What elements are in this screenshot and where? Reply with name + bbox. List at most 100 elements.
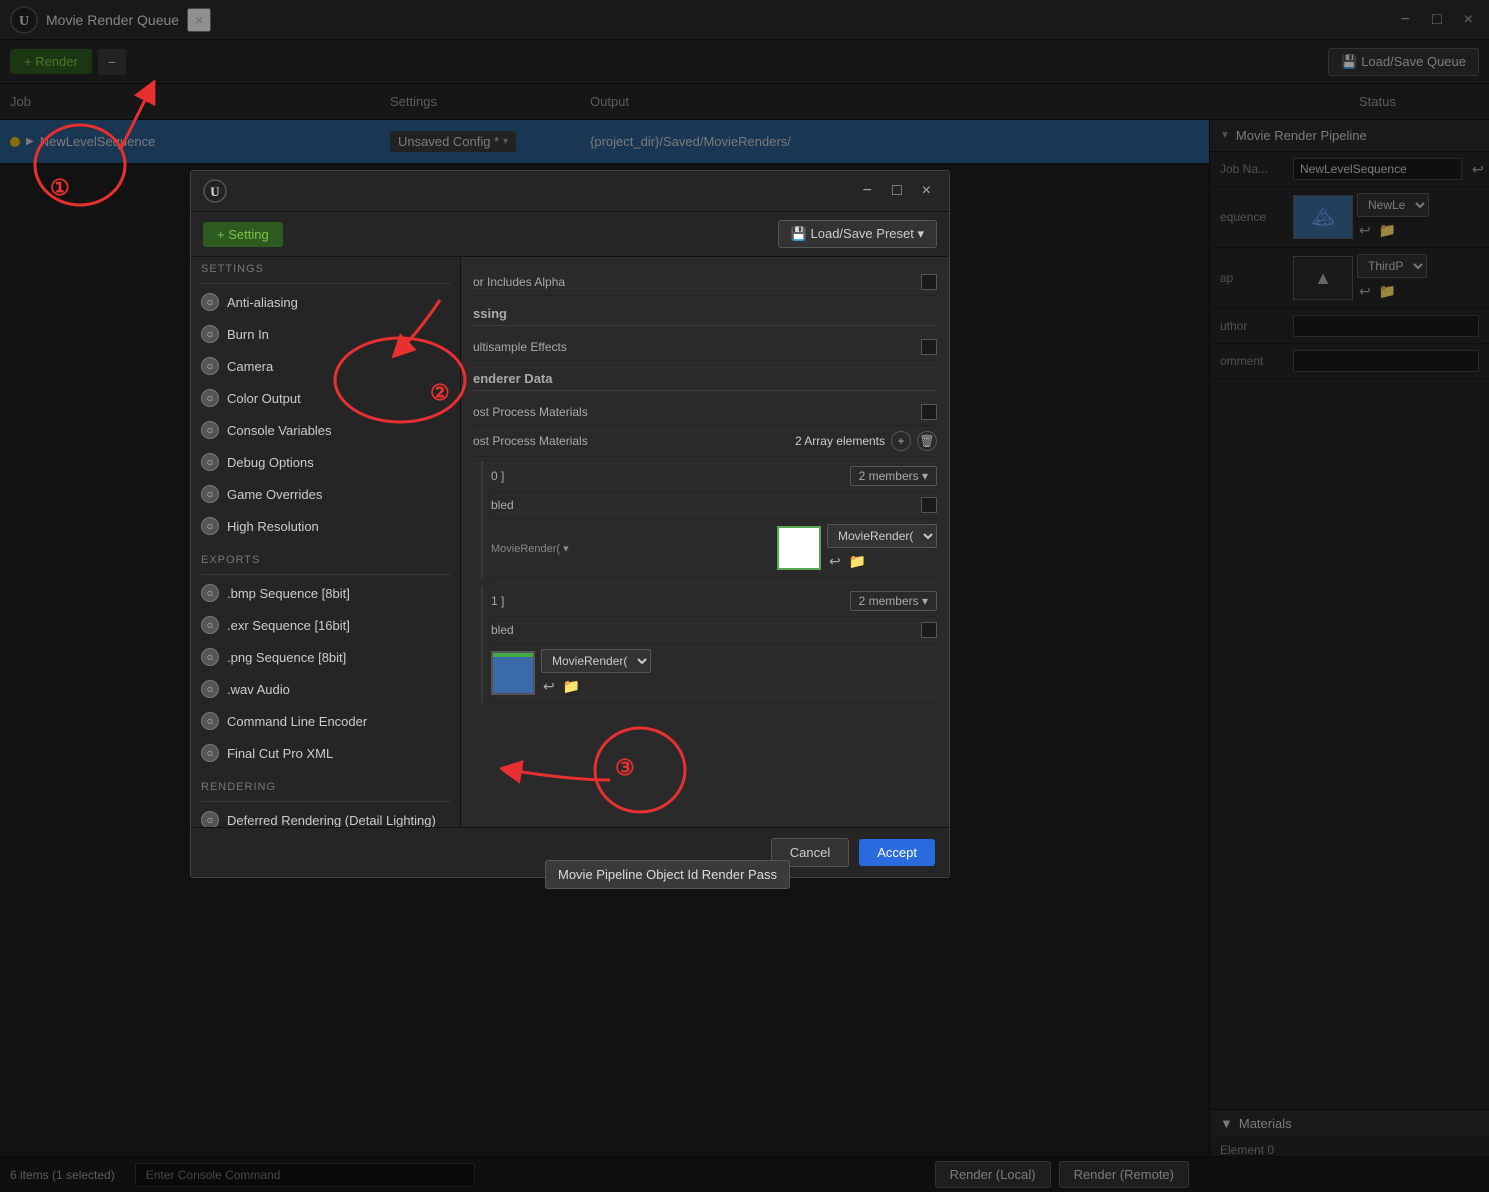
game-overrides-icon: ⊙ xyxy=(201,485,219,503)
accept-button[interactable]: Accept xyxy=(859,839,935,866)
burn-in-label: Burn In xyxy=(227,327,269,342)
sidebar-item-burn-in[interactable]: ⊙ Burn In xyxy=(191,318,460,350)
sidebar-item-debug-options[interactable]: ⊙ Debug Options xyxy=(191,446,460,478)
add-element-button[interactable]: + xyxy=(891,431,911,451)
exports-divider xyxy=(201,574,450,575)
command-line-encoder-icon: ⊙ xyxy=(201,712,219,730)
member1-bled-checkbox[interactable] xyxy=(921,497,937,513)
sidebar-item-png[interactable]: ⊙ .png Sequence [8bit] xyxy=(191,641,460,673)
member1-bled-label: bled xyxy=(491,498,911,512)
sidebar-item-exr[interactable]: ⊙ .exr Sequence [16bit] xyxy=(191,609,460,641)
member2-bled-checkbox[interactable] xyxy=(921,622,937,638)
modal-logo-icon: U xyxy=(203,179,227,203)
renderer-data-title: enderer Data xyxy=(473,371,937,391)
multisample-label: ultisample Effects xyxy=(473,340,911,354)
material2-back-icon[interactable]: ↩ xyxy=(541,676,557,697)
material1-controls: MovieRender( ↩ 📁 xyxy=(777,524,937,572)
remove-element-button[interactable]: 🗑 xyxy=(917,431,937,451)
color-output-icon: ⊙ xyxy=(201,389,219,407)
material2-select[interactable]: MovieRender( xyxy=(541,649,651,673)
array-elements-text: 2 Array elements xyxy=(795,434,885,448)
member2-material-row: MovieRender( ↩ 📁 xyxy=(491,644,937,703)
modal-maximize-button[interactable]: □ xyxy=(886,180,908,202)
material1-folder-icon[interactable]: 📁 xyxy=(847,551,868,572)
member1-material-row: MovieRender( ▾ MovieRender( ↩ 📁 xyxy=(491,519,937,578)
wav-icon: ⊙ xyxy=(201,680,219,698)
png-label: .png Sequence [8bit] xyxy=(227,650,346,665)
includes-alpha-checkbox[interactable] xyxy=(921,274,937,290)
sidebar-item-bmp[interactable]: ⊙ .bmp Sequence [8bit] xyxy=(191,577,460,609)
member2-bled-label: bled xyxy=(491,623,911,637)
final-cut-pro-label: Final Cut Pro XML xyxy=(227,746,333,761)
member2-section: 1 ] 2 members ▾ bled xyxy=(481,586,937,703)
settings-section-label: SETTINGS xyxy=(191,257,460,281)
multisample-row: ultisample Effects xyxy=(473,334,937,361)
modal-close-button[interactable]: × xyxy=(916,180,937,202)
material1-back-icon[interactable]: ↩ xyxy=(827,551,843,572)
console-variables-label: Console Variables xyxy=(227,423,332,438)
anti-aliasing-icon: ⊙ xyxy=(201,293,219,311)
ssing-title: ssing xyxy=(473,306,937,326)
burn-in-icon: ⊙ xyxy=(201,325,219,343)
sidebar-item-deferred-detail[interactable]: ⊙ Deferred Rendering (Detail Lighting) xyxy=(191,804,460,827)
sidebar-item-anti-aliasing[interactable]: ⊙ Anti-aliasing xyxy=(191,286,460,318)
camera-icon: ⊙ xyxy=(201,357,219,375)
modal-title-bar: U − □ × xyxy=(191,171,949,212)
member1-header-row: 0 ] 2 members ▾ xyxy=(491,461,937,492)
settings-content: or Includes Alpha ssing ultisample Effec… xyxy=(461,257,949,827)
debug-options-icon: ⊙ xyxy=(201,453,219,471)
add-setting-button[interactable]: + Setting xyxy=(203,222,283,247)
png-icon: ⊙ xyxy=(201,648,219,666)
anti-aliasing-label: Anti-aliasing xyxy=(227,295,298,310)
exr-label: .exr Sequence [16bit] xyxy=(227,618,350,633)
settings-list: SETTINGS ⊙ Anti-aliasing ⊙ Burn In ⊙ Cam… xyxy=(191,257,461,827)
sidebar-item-final-cut-pro[interactable]: ⊙ Final Cut Pro XML xyxy=(191,737,460,769)
debug-options-label: Debug Options xyxy=(227,455,314,470)
material2-folder-icon[interactable]: 📁 xyxy=(561,676,582,697)
renderer-data-section: enderer Data ost Process Materials ost P… xyxy=(473,371,937,703)
high-resolution-label: High Resolution xyxy=(227,519,319,534)
load-save-preset-button[interactable]: 💾 Load/Save Preset ▾ xyxy=(778,220,937,248)
bmp-icon: ⊙ xyxy=(201,584,219,602)
material2-preview xyxy=(491,651,535,695)
rendering-divider xyxy=(201,801,450,802)
sidebar-item-console-variables[interactable]: ⊙ Console Variables xyxy=(191,414,460,446)
sidebar-item-camera[interactable]: ⊙ Camera xyxy=(191,350,460,382)
post-process1-label: ost Process Materials xyxy=(473,405,911,419)
modal-footer: Cancel Accept xyxy=(191,827,949,877)
deferred-detail-icon: ⊙ xyxy=(201,811,219,827)
sidebar-item-game-overrides[interactable]: ⊙ Game Overrides xyxy=(191,478,460,510)
deferred-detail-label: Deferred Rendering (Detail Lighting) xyxy=(227,813,436,828)
post-process1-checkbox[interactable] xyxy=(921,404,937,420)
material1-label: MovieRender( ▾ xyxy=(491,542,767,555)
member2-header-row: 1 ] 2 members ▾ xyxy=(491,586,937,617)
includes-alpha-row: or Includes Alpha xyxy=(473,269,937,296)
member1-expand-button[interactable]: 2 members ▾ xyxy=(850,466,937,486)
modal-minimize-button[interactable]: − xyxy=(857,180,878,202)
member1-section: 0 ] 2 members ▾ bled MovieRender( ▾ xyxy=(481,461,937,578)
settings-modal: U − □ × + Setting 💾 Load/Save Preset ▾ S… xyxy=(190,170,950,878)
cancel-button[interactable]: Cancel xyxy=(771,838,849,867)
array-elements-row: 2 Array elements + 🗑 xyxy=(795,431,937,451)
member2-bled-row: bled xyxy=(491,617,937,644)
sidebar-item-command-line-encoder[interactable]: ⊙ Command Line Encoder xyxy=(191,705,460,737)
sidebar-item-high-resolution[interactable]: ⊙ High Resolution xyxy=(191,510,460,542)
member2-expand-button[interactable]: 2 members ▾ xyxy=(850,591,937,611)
command-line-encoder-label: Command Line Encoder xyxy=(227,714,367,729)
includes-alpha-label: or Includes Alpha xyxy=(473,275,911,289)
ssing-section: ssing ultisample Effects xyxy=(473,306,937,361)
multisample-checkbox[interactable] xyxy=(921,339,937,355)
post-process1-row: ost Process Materials xyxy=(473,399,937,426)
material2-controls: MovieRender( ↩ 📁 xyxy=(491,649,651,697)
material1-select[interactable]: MovieRender( xyxy=(827,524,937,548)
high-resolution-icon: ⊙ xyxy=(201,517,219,535)
game-overrides-label: Game Overrides xyxy=(227,487,322,502)
sidebar-item-color-output[interactable]: ⊙ Color Output xyxy=(191,382,460,414)
exr-icon: ⊙ xyxy=(201,616,219,634)
settings-divider xyxy=(201,283,450,284)
member2-index-label: 1 ] xyxy=(491,594,840,608)
member1-index-label: 0 ] xyxy=(491,469,840,483)
final-cut-pro-icon: ⊙ xyxy=(201,744,219,762)
sidebar-item-wav[interactable]: ⊙ .wav Audio xyxy=(191,673,460,705)
camera-label: Camera xyxy=(227,359,273,374)
